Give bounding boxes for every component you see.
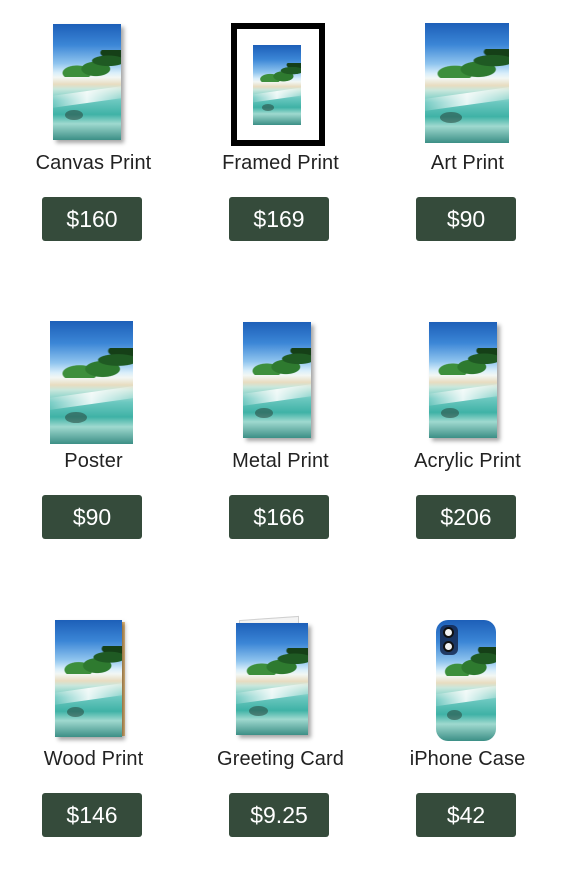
product-item-poster[interactable]: Poster $90 — [0, 298, 187, 558]
product-thumbnail-area — [187, 18, 374, 146]
price-button[interactable]: $169 — [229, 197, 329, 241]
product-item-art-print[interactable]: Art Print $90 — [374, 0, 561, 260]
camera-icon — [440, 625, 458, 655]
product-item-wood-print[interactable]: Wood Print $146 — [0, 596, 187, 856]
product-name[interactable]: Wood Print — [0, 748, 187, 771]
wood-print-thumbnail[interactable] — [55, 620, 122, 737]
product-thumbnail-area — [374, 18, 561, 146]
product-thumbnail-area — [187, 614, 374, 742]
iphone-case-thumbnail[interactable] — [436, 620, 496, 741]
product-name[interactable]: Metal Print — [187, 450, 374, 473]
product-thumbnail-area — [374, 316, 561, 444]
product-item-metal-print[interactable]: Metal Print $166 — [187, 298, 374, 558]
product-name[interactable]: iPhone Case — [374, 748, 561, 771]
product-thumbnail-area — [187, 316, 374, 444]
product-item-iphone-case[interactable]: iPhone Case $42 — [374, 596, 561, 856]
product-name[interactable]: Art Print — [374, 152, 561, 175]
framed-print-thumbnail[interactable] — [231, 23, 325, 146]
price-button[interactable]: $90 — [42, 495, 142, 539]
product-thumbnail-area — [0, 614, 187, 742]
product-name[interactable]: Poster — [0, 450, 187, 473]
price-button[interactable]: $160 — [42, 197, 142, 241]
frame-mat — [237, 29, 319, 140]
price-button[interactable]: $90 — [416, 197, 516, 241]
price-button[interactable]: $206 — [416, 495, 516, 539]
product-name[interactable]: Framed Print — [187, 152, 374, 175]
canvas-print-thumbnail[interactable] — [53, 24, 121, 140]
price-button[interactable]: $9.25 — [229, 793, 329, 837]
product-item-canvas-print[interactable]: Canvas Print $160 — [0, 0, 187, 260]
price-button[interactable]: $146 — [42, 793, 142, 837]
product-thumbnail-area — [0, 316, 187, 444]
metal-print-thumbnail[interactable] — [243, 322, 311, 438]
price-button[interactable]: $166 — [229, 495, 329, 539]
product-thumbnail-area — [0, 18, 187, 146]
price-button[interactable]: $42 — [416, 793, 516, 837]
product-thumbnail-area — [374, 614, 561, 742]
product-grid: Canvas Print $160 Framed Print $169 Art … — [0, 0, 562, 876]
acrylic-print-thumbnail[interactable] — [429, 322, 497, 438]
product-item-acrylic-print[interactable]: Acrylic Print $206 — [374, 298, 561, 558]
product-item-framed-print[interactable]: Framed Print $169 — [187, 0, 374, 260]
product-name[interactable]: Canvas Print — [0, 152, 187, 175]
art-print-thumbnail[interactable] — [425, 23, 509, 143]
product-name[interactable]: Acrylic Print — [374, 450, 561, 473]
greeting-card-thumbnail[interactable] — [236, 623, 308, 735]
product-item-greeting-card[interactable]: Greeting Card $9.25 — [187, 596, 374, 856]
poster-thumbnail[interactable] — [50, 321, 133, 444]
framed-print-image — [253, 45, 301, 125]
product-name[interactable]: Greeting Card — [187, 748, 374, 771]
